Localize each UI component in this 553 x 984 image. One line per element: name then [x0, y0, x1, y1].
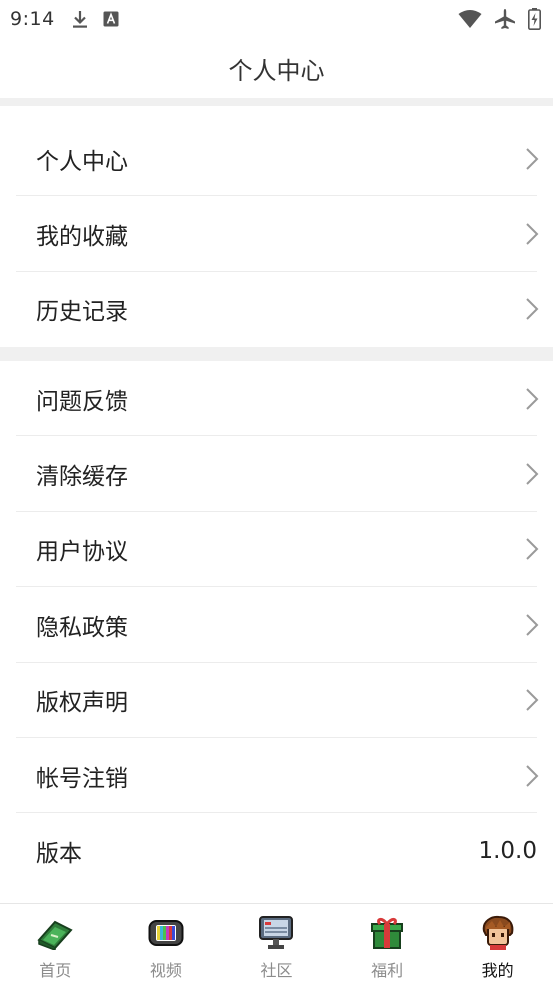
menu-item-copyright[interactable]: 版权声明: [0, 663, 553, 739]
avatar-icon: [479, 914, 517, 952]
menu-item-label: 版权声明: [36, 690, 128, 717]
menu-item-label: 隐私政策: [36, 614, 128, 641]
menu-item-label: 清除缓存: [36, 464, 128, 491]
menu-item-label: 用户协议: [36, 539, 128, 566]
monitor-icon: [257, 914, 295, 952]
status-time: 9:14: [10, 8, 55, 30]
battery-charging-icon: [528, 8, 541, 30]
chevron-right-icon: [525, 462, 539, 486]
tab-label: 首页: [39, 961, 72, 980]
status-left-icons: [71, 9, 119, 29]
chevron-right-icon: [525, 764, 539, 788]
menu-item-label: 我的收藏: [36, 224, 128, 251]
gift-icon: [368, 914, 406, 952]
book-icon: [36, 914, 74, 952]
menu-item-version: 版本 1.0.0: [0, 813, 553, 888]
tab-community[interactable]: 社区: [221, 904, 332, 984]
tab-mine[interactable]: 我的: [442, 904, 553, 984]
airplane-icon: [494, 8, 516, 30]
section-divider: [0, 347, 553, 361]
menu-item-label: 个人中心: [36, 148, 128, 175]
page-title: 个人中心: [228, 56, 325, 85]
menu-item-delete-account[interactable]: 帐号注销: [0, 738, 553, 814]
tab-label: 社区: [260, 961, 293, 980]
chevron-right-icon: [525, 688, 539, 712]
chevron-right-icon: [525, 147, 539, 171]
version-value: 1.0.0: [478, 838, 537, 865]
tab-label: 视频: [149, 961, 182, 980]
chevron-right-icon: [525, 613, 539, 637]
menu-item-label: 历史记录: [36, 299, 128, 326]
menu-item-label: 帐号注销: [36, 765, 128, 792]
tab-label: 我的: [481, 961, 514, 980]
download-icon: [71, 9, 89, 29]
tv-icon: [147, 914, 185, 952]
status-bar: 9:14: [0, 0, 553, 38]
menu-item-label: 问题反馈: [36, 388, 128, 415]
menu-item-history[interactable]: 历史记录: [0, 272, 553, 347]
tab-home[interactable]: 首页: [0, 904, 111, 984]
tab-label: 福利: [371, 961, 404, 980]
chevron-right-icon: [525, 222, 539, 246]
menu-group-settings: 问题反馈 清除缓存 用户协议 隐私政策 版权声明 帐号注销 版本 1.0.0: [0, 361, 553, 889]
bottom-tab-bar: 首页 视频 社区 福利 我的: [0, 903, 553, 984]
page-header: 个人中心: [0, 38, 553, 98]
section-divider: [0, 98, 553, 106]
menu-item-privacy-policy[interactable]: 隐私政策: [0, 587, 553, 663]
chevron-right-icon: [525, 537, 539, 561]
tab-video[interactable]: 视频: [111, 904, 222, 984]
menu-item-personal-center[interactable]: 个人中心: [0, 121, 553, 197]
menu-group-account: 个人中心 我的收藏 历史记录: [0, 121, 553, 348]
chevron-right-icon: [525, 387, 539, 411]
wifi-icon: [458, 9, 482, 29]
status-right-icons: [458, 8, 543, 30]
menu-item-favorites[interactable]: 我的收藏: [0, 196, 553, 273]
tab-welfare[interactable]: 福利: [332, 904, 443, 984]
text-a-icon: [103, 11, 119, 27]
menu-item-clear-cache[interactable]: 清除缓存: [0, 436, 553, 513]
menu-item-user-agreement[interactable]: 用户协议: [0, 512, 553, 588]
menu-item-label: 版本: [36, 841, 82, 868]
menu-item-feedback[interactable]: 问题反馈: [0, 361, 553, 437]
chevron-right-icon: [525, 297, 539, 321]
